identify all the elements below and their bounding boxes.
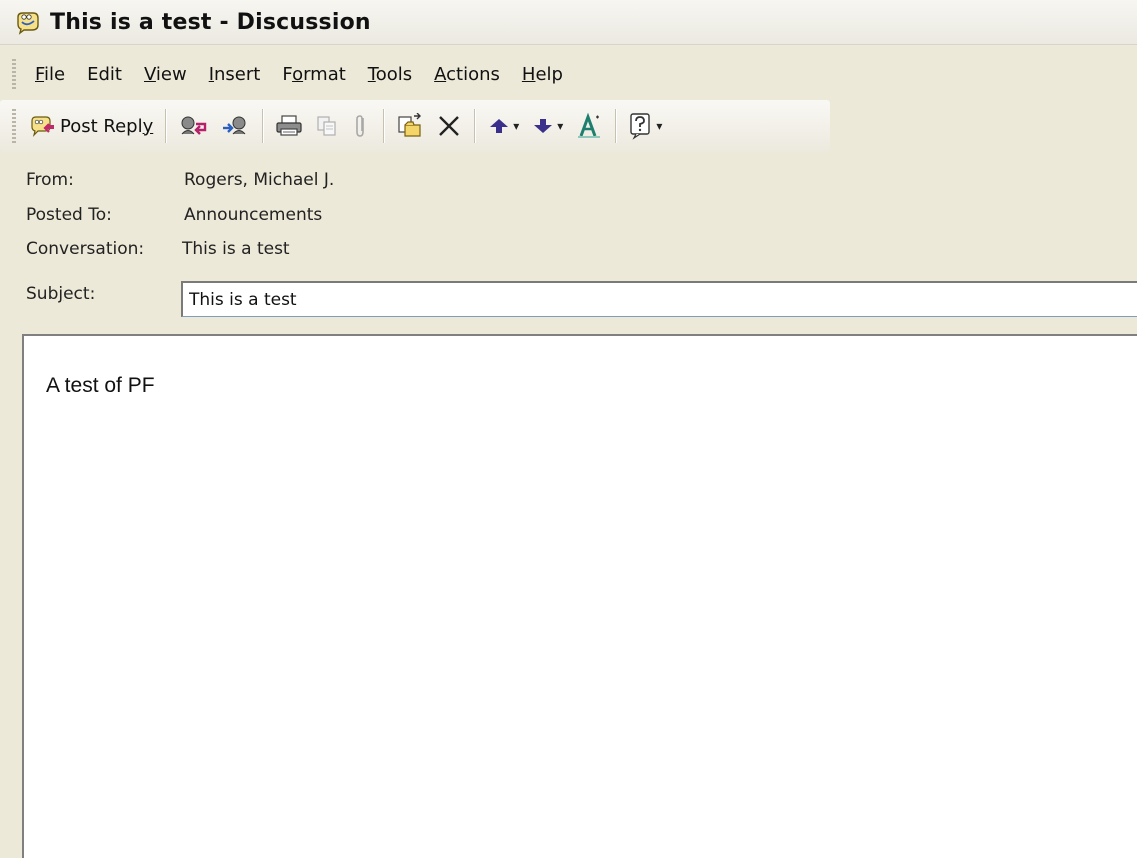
forward-user-icon xyxy=(220,114,250,138)
menu-tools[interactable]: Tools xyxy=(359,60,421,89)
posted-to-label: Posted To: xyxy=(26,205,112,225)
format-text-button[interactable] xyxy=(569,106,609,146)
message-body-text: A test of PF xyxy=(46,374,155,397)
toolbar-separator xyxy=(383,109,385,143)
menu-actions[interactable]: Actions xyxy=(425,60,509,89)
toolbar-separator xyxy=(474,109,476,143)
next-item-dropdown-icon[interactable]: ▾ xyxy=(557,119,563,133)
conversation-label: Conversation: xyxy=(26,239,145,259)
discussion-post-icon xyxy=(14,8,42,36)
conversation-value: This is a test xyxy=(182,239,290,259)
post-reply-icon xyxy=(30,115,56,137)
menu-help[interactable]: Help xyxy=(513,60,572,89)
menu-bar: File Edit View Insert Format Tools Actio… xyxy=(0,54,1137,94)
conversation-row: Conversation: This is a test xyxy=(26,234,290,264)
toolbar-separator xyxy=(165,109,167,143)
forward-user-button[interactable] xyxy=(214,106,256,146)
menu-view[interactable]: View xyxy=(135,60,196,89)
subject-label: Subject: xyxy=(26,284,96,304)
help-icon xyxy=(628,112,654,140)
message-body-editor[interactable]: A test of PF xyxy=(22,334,1137,858)
subject-input[interactable] xyxy=(181,281,1137,317)
copy-icon xyxy=(315,114,339,138)
reply-to-user-button[interactable] xyxy=(172,106,214,146)
menu-format[interactable]: Format xyxy=(273,60,354,89)
from-value: Rogers, Michael J. xyxy=(184,170,335,190)
previous-item-button[interactable] xyxy=(481,106,511,146)
post-reply-label: Post Reply xyxy=(60,115,154,137)
menu-edit[interactable]: Edit xyxy=(78,60,131,89)
standard-toolbar: Post Reply ▾ ▾ ▾ xyxy=(0,100,830,152)
post-reply-button[interactable]: Post Reply xyxy=(24,106,159,146)
from-row: From: Rogers, Michael J. xyxy=(26,165,334,195)
format-text-icon xyxy=(575,112,603,140)
delete-icon xyxy=(436,113,462,139)
help-dropdown-icon[interactable]: ▾ xyxy=(656,119,662,133)
attach-button[interactable] xyxy=(345,106,377,146)
menu-grip-handle[interactable] xyxy=(12,59,16,89)
discussion-window: This is a test - Discussion File Edit Vi… xyxy=(0,0,1137,858)
window-title: This is a test - Discussion xyxy=(50,9,371,35)
posted-to-value: Announcements xyxy=(184,205,323,225)
next-item-icon xyxy=(531,115,555,137)
subject-row: Subject: xyxy=(26,284,182,304)
copy-button[interactable] xyxy=(309,106,345,146)
toolbar-grip-handle[interactable] xyxy=(12,109,16,143)
toolbar-separator xyxy=(262,109,264,143)
menu-file[interactable]: File xyxy=(26,60,74,89)
delete-button[interactable] xyxy=(430,106,468,146)
move-to-folder-icon xyxy=(396,113,424,139)
attach-icon xyxy=(351,113,371,139)
previous-item-icon xyxy=(487,115,511,137)
print-icon xyxy=(275,114,303,138)
move-to-folder-button[interactable] xyxy=(390,106,430,146)
from-label: From: xyxy=(26,170,74,190)
print-button[interactable] xyxy=(269,106,309,146)
posted-to-row: Posted To: Announcements xyxy=(26,200,322,230)
menu-insert[interactable]: Insert xyxy=(200,60,270,89)
toolbar-separator xyxy=(615,109,617,143)
next-item-button[interactable] xyxy=(525,106,555,146)
previous-item-dropdown-icon[interactable]: ▾ xyxy=(513,119,519,133)
help-button[interactable] xyxy=(622,106,654,146)
reply-to-user-icon xyxy=(178,114,208,138)
title-bar[interactable]: This is a test - Discussion xyxy=(0,0,1137,45)
